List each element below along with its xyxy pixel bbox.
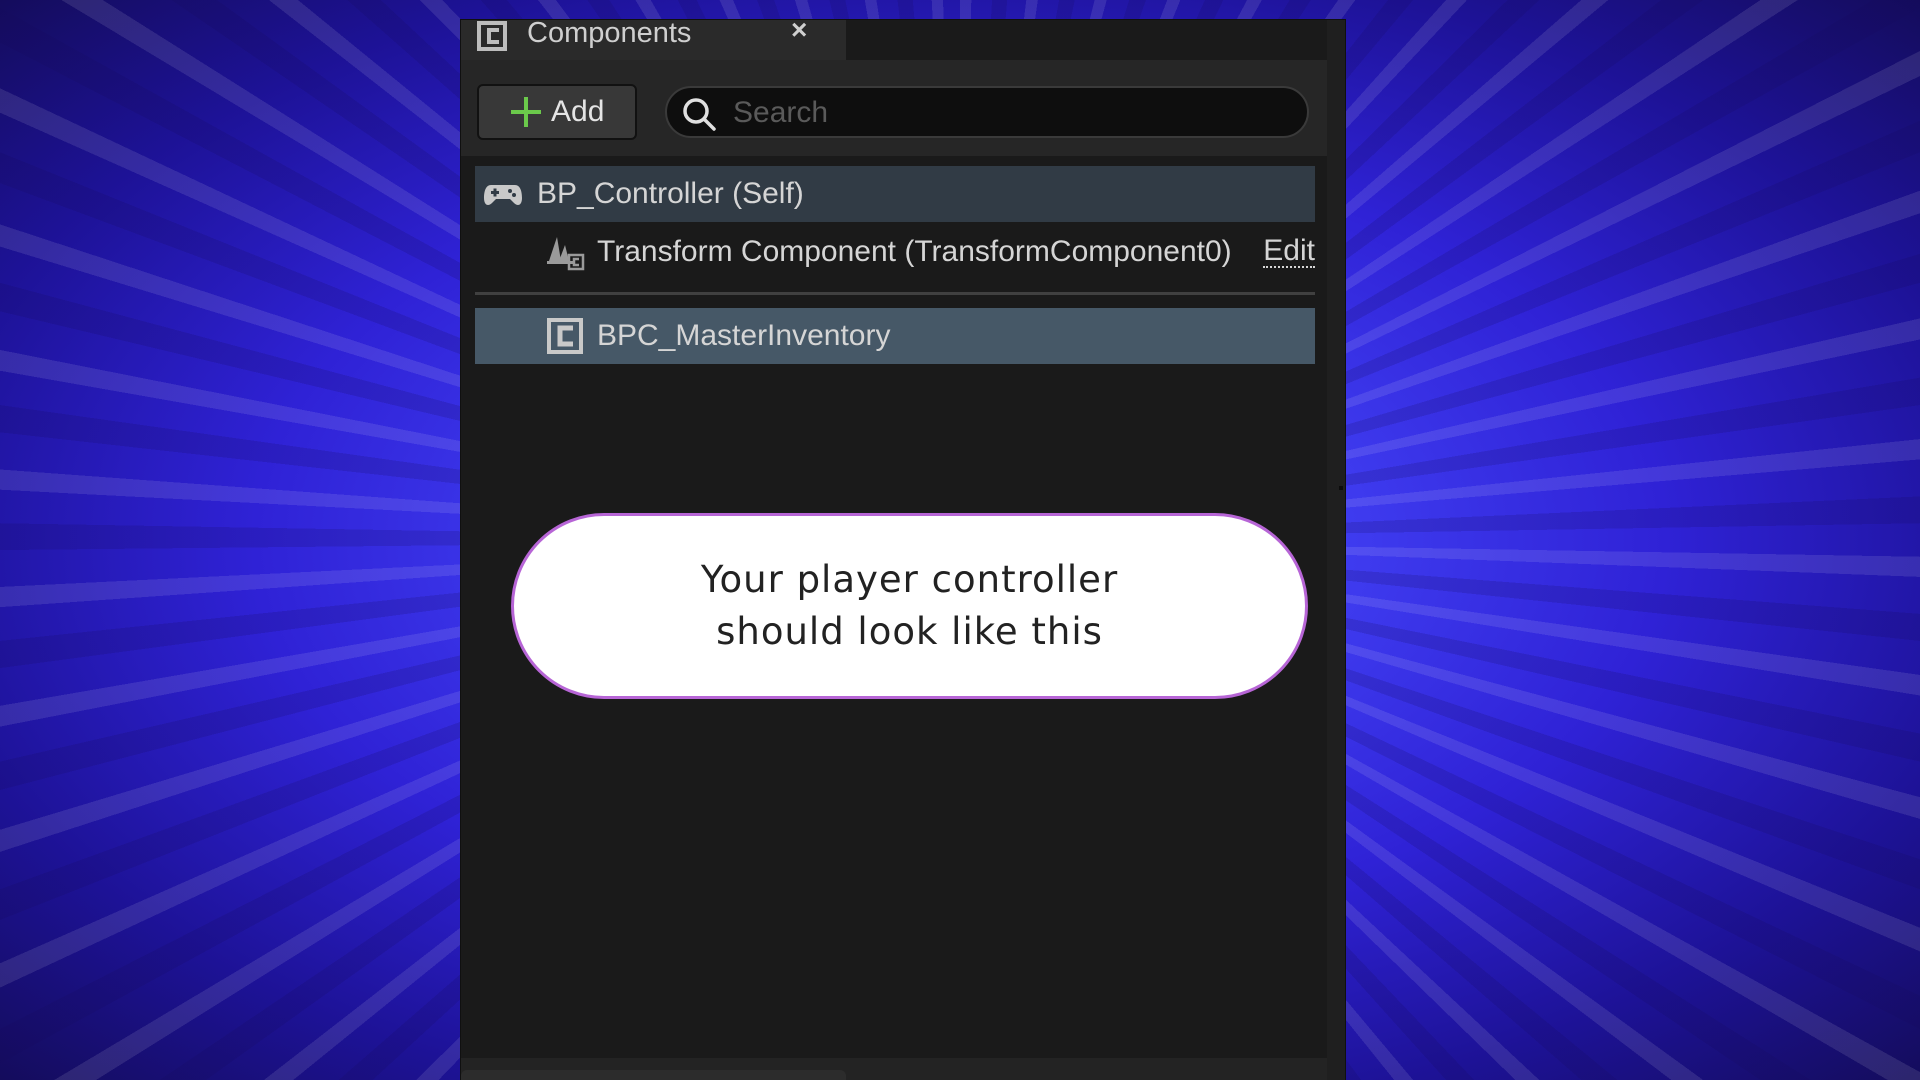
tab-components[interactable]: Components × — [461, 14, 846, 60]
edit-link[interactable]: Edit — [1263, 236, 1315, 268]
tree-item-bpc-masterinventory[interactable]: BPC_MasterInventory — [475, 308, 1315, 364]
bottom-tab[interactable] — [461, 1070, 846, 1080]
tree-divider — [475, 292, 1315, 295]
scrollbar-mark — [1339, 486, 1343, 490]
callout-line-2: should look like this — [716, 610, 1103, 653]
add-component-button[interactable]: Add — [477, 84, 637, 140]
tab-label: Components — [527, 16, 692, 49]
add-button-label: Add — [551, 95, 605, 128]
plus-icon — [509, 95, 543, 129]
transform-icon — [547, 237, 585, 271]
tree-item-label: Transform Component (TransformComponent0… — [597, 235, 1232, 268]
instruction-callout: Your player controller should look like … — [511, 513, 1308, 699]
panel-scrollbar[interactable] — [1327, 20, 1345, 1080]
tree-item-label: BP_Controller (Self) — [537, 177, 804, 210]
panel-bottom-strip — [461, 1058, 1327, 1080]
tree-item-bp-controller[interactable]: BP_Controller (Self) — [475, 166, 1315, 222]
callout-line-1: Your player controller — [700, 558, 1119, 601]
close-icon[interactable]: × — [791, 14, 807, 46]
search-icon — [683, 98, 716, 131]
components-toolbar: Add — [461, 60, 1327, 156]
tree-item-transform-component[interactable]: Transform Component (TransformComponent0… — [475, 224, 1315, 280]
tree-item-label: BPC_MasterInventory — [597, 319, 891, 352]
gamepad-icon — [484, 185, 522, 206]
component-icon — [477, 21, 507, 51]
search-input[interactable] — [731, 90, 1295, 136]
search-box[interactable] — [665, 86, 1309, 138]
component-icon — [547, 318, 583, 354]
